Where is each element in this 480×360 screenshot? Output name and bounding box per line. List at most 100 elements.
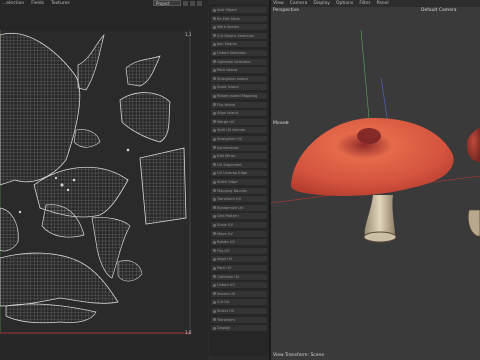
tool-button[interactable]: Grid Pattern <box>211 213 267 220</box>
tool-button-label: Select UV <box>217 309 235 313</box>
tool-button-icon <box>212 326 216 330</box>
tool-button[interactable]: Cut UV <box>211 299 267 306</box>
tool-button-icon <box>212 120 216 124</box>
tool-button[interactable]: Scale Island <box>211 84 267 91</box>
menu-selection[interactable]: ...election <box>2 0 24 7</box>
tool-button[interactable]: Symmetrize <box>211 144 267 151</box>
viewport-canvas[interactable] <box>271 0 480 360</box>
tool-button-icon <box>212 137 216 141</box>
tool-button-label: Mapping Bounds <box>217 188 247 193</box>
menu-fields[interactable]: Fields <box>31 0 44 7</box>
tool-button[interactable]: Join Seams <box>211 41 267 48</box>
tool-button-icon <box>212 8 216 12</box>
tool-button-label: Optimize Selection <box>217 59 251 64</box>
tool-button-icon <box>212 111 216 115</box>
tool-button-label: Align UV <box>217 257 233 262</box>
tool-button-icon <box>212 266 216 270</box>
tool-button[interactable]: Display <box>211 325 267 332</box>
tool-button[interactable]: Transform <box>211 316 267 323</box>
tool-button-label: Edit Mirror <box>217 154 236 159</box>
tool-button-label: Rotate Island Mapping <box>217 94 258 98</box>
vp-menu-display[interactable]: Display <box>313 0 330 7</box>
tool-button[interactable]: Select UV <box>211 308 267 314</box>
tool-button-icon <box>212 223 216 227</box>
tool-button-icon <box>212 103 216 107</box>
tool-button[interactable]: Merge UV <box>211 118 267 125</box>
tool-button-label: Cut UV <box>217 300 230 305</box>
uv-island-strip <box>139 147 187 225</box>
tool-button[interactable]: Rotate Island Mapping <box>211 93 267 99</box>
tool-button-icon <box>212 189 216 193</box>
menu-textures[interactable]: Textures <box>51 0 70 7</box>
tool-button[interactable]: Pack Island <box>211 67 267 74</box>
tool-button[interactable]: Seams UV <box>211 290 267 297</box>
uv-grid-icon[interactable] <box>190 1 195 6</box>
tool-button-icon <box>212 94 216 98</box>
tool-button-icon <box>212 163 216 167</box>
tool-button-icon <box>212 214 216 218</box>
tool-button[interactable]: Re-Edit Mesh <box>211 15 267 22</box>
vp-menu-camera[interactable]: Camera <box>290 0 308 7</box>
uv-project-dropdown[interactable]: Project <box>153 0 181 6</box>
tool-button-label: Flip UV <box>217 248 230 253</box>
tool-button[interactable]: Transform UV <box>211 196 267 203</box>
tool-button-icon <box>212 51 216 55</box>
tool-button[interactable]: Unfold UV <box>211 282 267 289</box>
vp-menu-view[interactable]: View <box>273 0 284 7</box>
tool-button[interactable]: Mark Seams <box>211 24 267 31</box>
tool-button[interactable]: UV Alignment <box>211 161 267 168</box>
tool-button[interactable]: Mapping Bounds <box>211 187 267 194</box>
tool-button-label: Merge UV <box>217 119 235 124</box>
tool-button[interactable]: Edit Mirror <box>211 153 267 160</box>
tool-button-label: Unfold Selection <box>217 51 247 55</box>
tool-button[interactable]: Pack UV <box>211 265 267 271</box>
tool-button[interactable]: UV Unwrap Edge <box>211 170 267 177</box>
tool-button[interactable]: Rotate UV <box>211 239 267 246</box>
tool-button-icon <box>212 77 216 81</box>
camera-mode-label[interactable]: Default Camera <box>421 8 457 13</box>
vp-menu-panel[interactable]: Panel <box>376 0 388 7</box>
tool-button[interactable]: Add Object <box>211 7 267 13</box>
tool-button[interactable]: Split UV Islands <box>211 127 267 134</box>
tool-button[interactable]: Flip Island <box>211 101 267 108</box>
uv-settings-icon[interactable] <box>197 1 202 6</box>
tool-button[interactable]: Stitch Edge <box>211 179 267 185</box>
tool-button-label: Randomize UV <box>217 205 244 210</box>
tool-button-label: UV Unwrap Edge <box>217 171 248 176</box>
tool-button-label: Move UV <box>217 231 233 236</box>
vp-menu-options[interactable]: Options <box>336 0 353 7</box>
tool-button-label: Transform <box>217 317 235 322</box>
tool-button-label: Pack Island <box>217 68 238 73</box>
tool-button-icon <box>212 257 216 261</box>
tool-button-label: Flip Island <box>217 102 236 107</box>
tool-button[interactable]: Unfold Selection <box>211 50 267 56</box>
tool-button[interactable]: Align Island <box>211 110 267 117</box>
tool-button-icon <box>212 240 216 244</box>
tool-button-label: Stitch Edge <box>217 180 238 184</box>
uv-toggle-icon[interactable] <box>183 1 188 6</box>
tool-button-icon <box>212 128 216 132</box>
tool-button-label: Mark Seams <box>217 25 240 30</box>
uv-canvas[interactable] <box>0 30 191 335</box>
tool-button[interactable]: Cut Seams Selection <box>211 32 267 39</box>
3d-viewport[interactable]: View Camera Display Options Filter Panel… <box>271 0 480 360</box>
tool-button[interactable]: Optimize Selection <box>211 58 267 65</box>
tool-button[interactable]: Randomize UV <box>211 204 267 211</box>
viewport-menubar: View Camera Display Options Filter Panel <box>271 0 480 7</box>
tool-button-label: Grid Pattern <box>217 214 239 219</box>
tool-button-icon <box>212 283 216 287</box>
move-tool-label[interactable]: Move <box>273 121 285 126</box>
vp-menu-filter[interactable]: Filter <box>359 0 370 7</box>
tool-button-label: Display <box>217 326 231 331</box>
tool-button[interactable]: Move UV <box>211 230 267 237</box>
tool-button[interactable]: Optimize UV <box>211 273 267 280</box>
uv-corner-top-label: 1,1 <box>185 32 192 37</box>
tool-button[interactable]: Scale UV <box>211 222 267 228</box>
tool-button[interactable]: Straighten UV <box>211 136 267 142</box>
tool-button[interactable]: Flip UV <box>211 247 267 254</box>
tool-button[interactable]: Align UV <box>211 256 267 263</box>
tool-button-label: Align Island <box>217 111 238 116</box>
tool-button[interactable]: Straighten Island <box>211 75 267 82</box>
move-gizmo-icon[interactable]: ⊕ <box>285 121 289 126</box>
tool-button-icon <box>212 154 216 158</box>
